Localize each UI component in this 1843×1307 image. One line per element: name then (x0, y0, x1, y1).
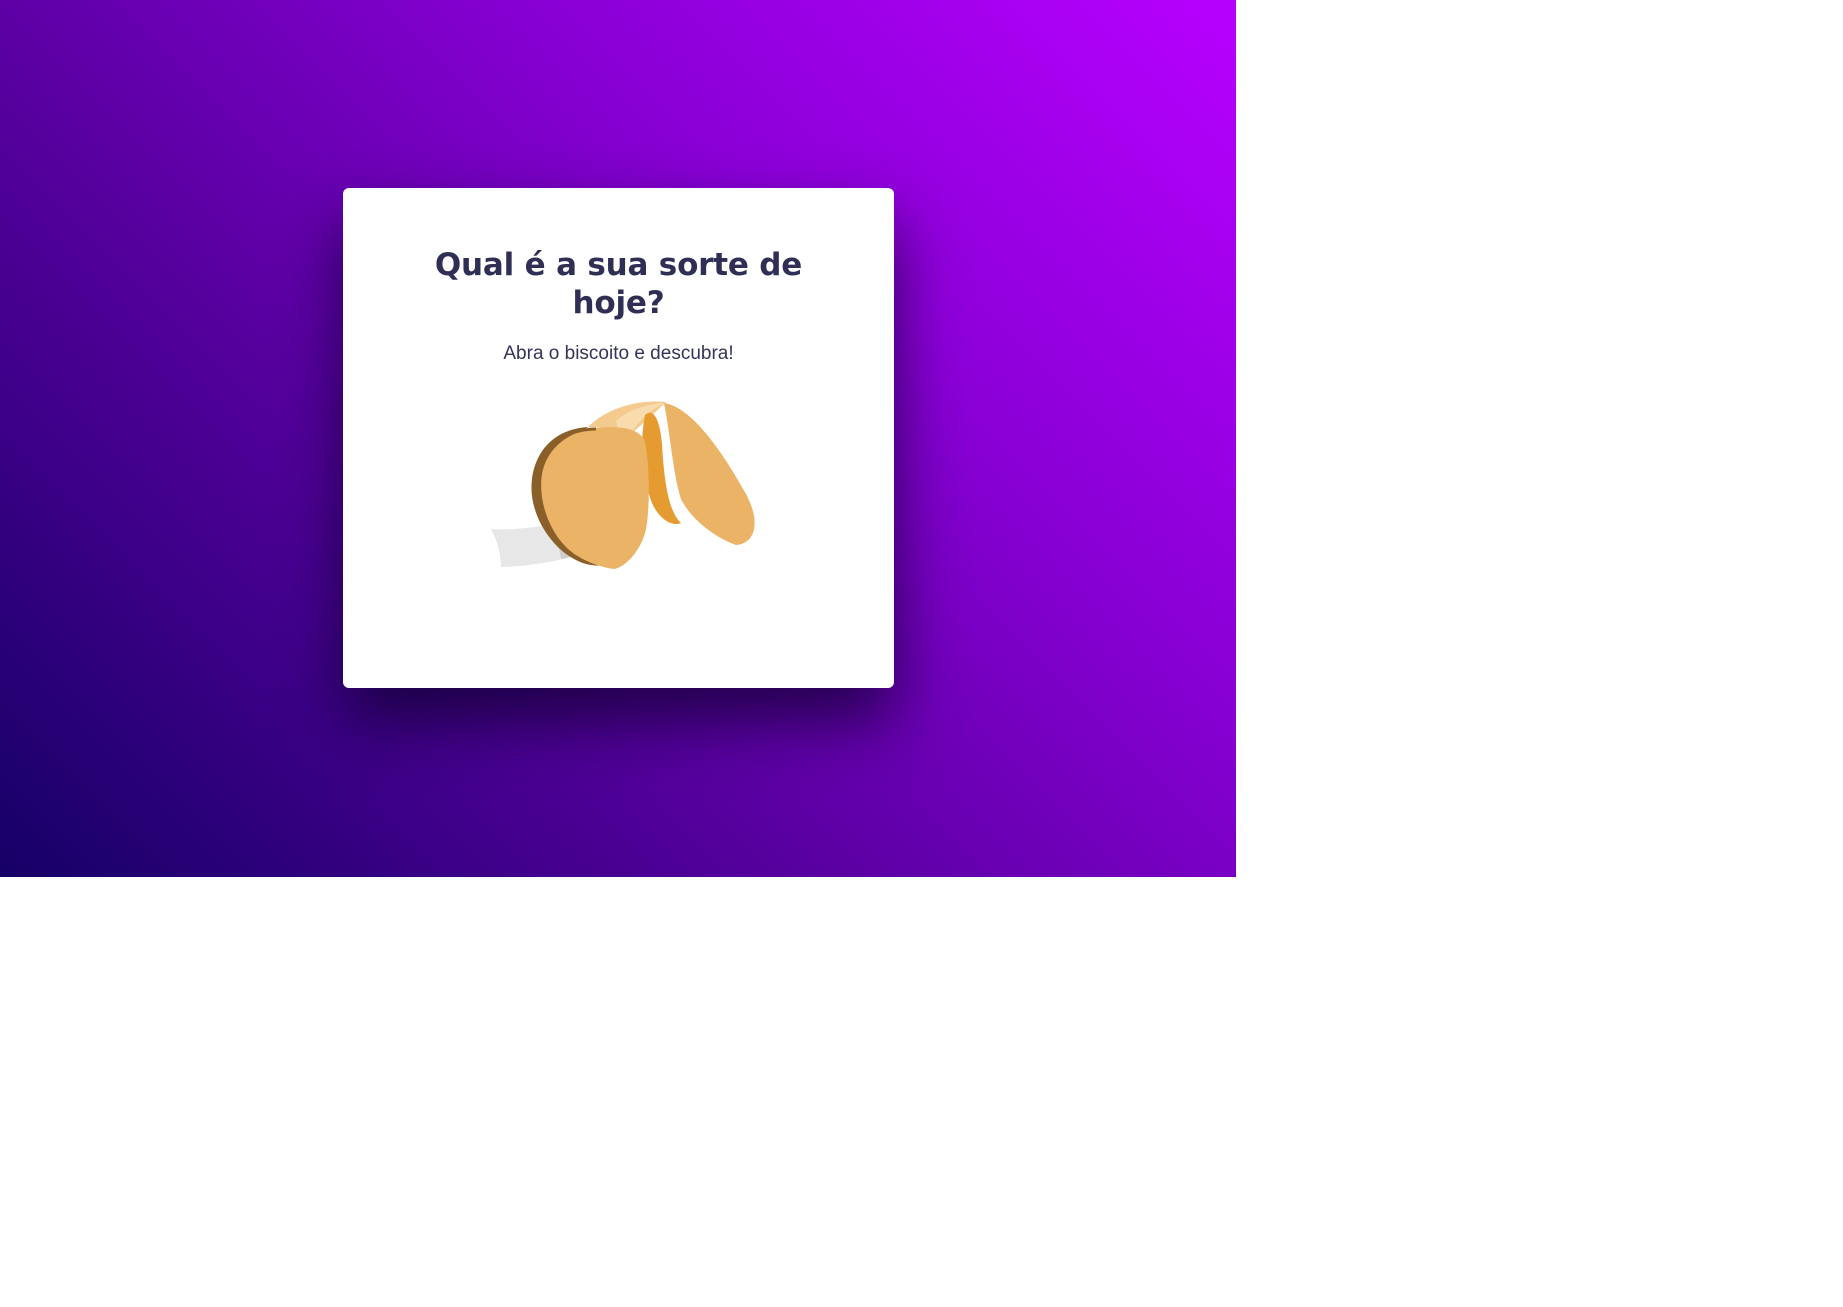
card-subtitle: Abra o biscoito e descubra! (503, 343, 734, 364)
page-background: Qual é a sua sorte de hoje? Abra o bisco… (0, 0, 1236, 877)
fortune-card: Qual é a sua sorte de hoje? Abra o bisco… (343, 188, 894, 688)
card-title: Qual é a sua sorte de hoje? (434, 247, 803, 321)
fortune-cookie-icon (491, 401, 755, 569)
fortune-cookie-button[interactable] (486, 399, 756, 609)
